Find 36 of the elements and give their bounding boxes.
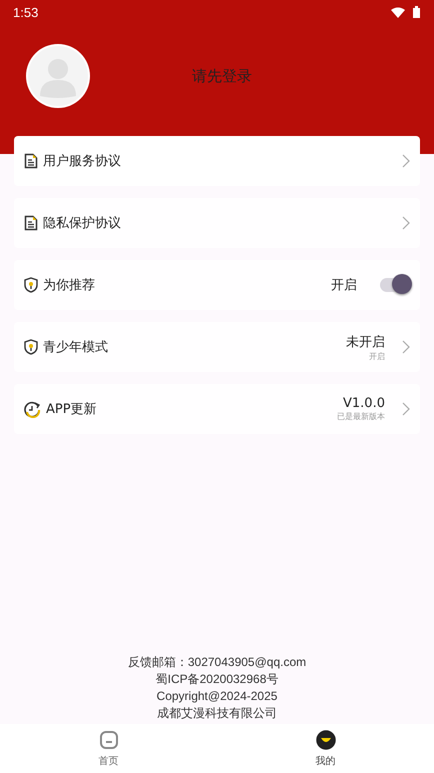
settings-item[interactable]: 隐私保护协议 [14,198,420,248]
item-label: APP更新 [46,401,97,418]
footer-text: Copyright@2024-2025 [156,689,278,703]
chevron-icon [402,402,410,416]
item-label: 用户服务协议 [43,153,121,170]
toggle-label: 开启 [331,277,357,294]
smile-icon [316,730,336,750]
shield-icon [24,339,38,355]
tab[interactable]: 我的 [217,724,434,773]
settings-item[interactable]: 青少年模式 未开启 开启 [14,322,420,372]
settings-item[interactable]: APP更新 V1.0.0 已是最新版本 [14,384,420,434]
footer-text: 反馈邮箱：3027043905@qq.com [128,655,306,669]
home-icon [98,730,118,750]
item-label: 隐私保护协议 [43,215,121,232]
status-value: V1.0.0 [343,396,385,411]
item-label: 为你推荐 [43,277,95,294]
status-subtext: 开启 [369,350,385,362]
item-label: 青少年模式 [43,339,108,356]
document-icon [24,153,38,169]
wifi-icon [391,6,405,18]
status-subtext: 已是最新版本 [337,411,385,422]
chevron-icon [402,216,410,230]
tab[interactable]: 首页 [0,724,217,773]
shield-icon [24,277,38,293]
footer-text: 蜀ICP备2020032968号 [156,672,278,686]
chevron-icon [402,154,410,168]
chevron-icon [402,340,410,354]
refresh-icon [24,400,41,418]
avatar[interactable] [26,44,90,108]
settings-item[interactable]: 为你推荐 开启 [14,260,420,310]
status-value: 未开启 [346,334,385,350]
footer-text: 成都艾漫科技有限公司 [157,706,277,720]
status-time: 1:53 [13,4,38,20]
battery-icon [413,6,420,18]
document-icon [24,215,38,231]
settings-item[interactable]: 用户服务协议 [14,136,420,186]
